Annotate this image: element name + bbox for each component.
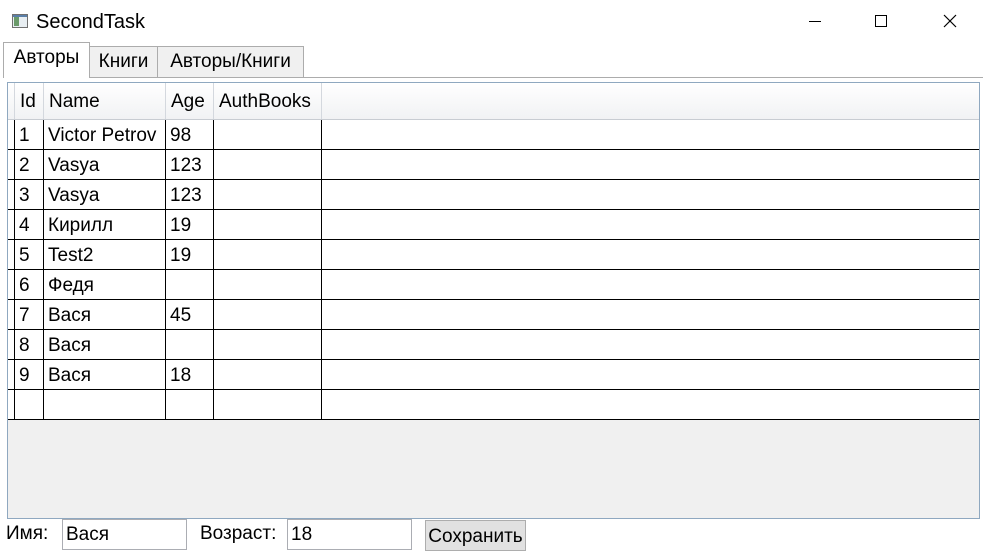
cell-authbooks[interactable] <box>214 300 322 330</box>
tab-authors[interactable]: Авторы <box>3 42 90 78</box>
close-icon <box>943 14 957 28</box>
column-header-authbooks[interactable]: AuthBooks <box>214 83 322 119</box>
column-header-age[interactable]: Age <box>166 83 214 119</box>
table-row[interactable]: 4 Кирилл 19 <box>8 210 979 240</box>
cell-name[interactable] <box>44 390 166 420</box>
cell-name[interactable]: Вася <box>44 330 166 360</box>
authors-data-grid[interactable]: Id Name Age AuthBooks 1 Victor Petrov 98… <box>7 82 980 519</box>
cell-authbooks[interactable] <box>214 180 322 210</box>
cell-age[interactable]: 19 <box>166 210 214 240</box>
cell-name[interactable]: Вася <box>44 360 166 390</box>
maximize-button[interactable] <box>848 0 914 42</box>
row-header[interactable] <box>8 330 15 360</box>
row-header[interactable] <box>8 300 15 330</box>
cell-id[interactable]: 7 <box>15 300 44 330</box>
cell-id[interactable]: 2 <box>15 150 44 180</box>
tab-authors-label: Авторы <box>13 47 80 68</box>
cell-age[interactable] <box>166 330 214 360</box>
cell-name[interactable]: Кирилл <box>44 210 166 240</box>
table-row[interactable]: 7 Вася 45 <box>8 300 979 330</box>
column-header-id[interactable]: Id <box>15 83 44 119</box>
table-row[interactable]: 2 Vasya 123 <box>8 150 979 180</box>
row-header[interactable] <box>8 210 15 240</box>
cell-name[interactable]: Вася <box>44 300 166 330</box>
name-label: Имя: <box>6 523 49 544</box>
cell-name[interactable]: Vasya <box>44 150 166 180</box>
cell-name[interactable]: Vasya <box>44 180 166 210</box>
cell-name[interactable]: Victor Petrov <box>44 120 166 150</box>
cell-authbooks[interactable] <box>214 390 322 420</box>
table-row[interactable]: 8 Вася <box>8 330 979 360</box>
cell-age[interactable]: 123 <box>166 150 214 180</box>
cell-age[interactable]: 19 <box>166 240 214 270</box>
cell-age[interactable]: 45 <box>166 300 214 330</box>
cell-name[interactable]: Test2 <box>44 240 166 270</box>
cell-authbooks[interactable] <box>214 210 322 240</box>
cell-name[interactable]: Федя <box>44 270 166 300</box>
cell-id[interactable] <box>15 390 44 420</box>
table-row[interactable]: 3 Vasya 123 <box>8 180 979 210</box>
table-row[interactable]: 9 Вася 18 <box>8 360 979 390</box>
row-header[interactable] <box>8 180 15 210</box>
cell-authbooks[interactable] <box>214 120 322 150</box>
cell-age[interactable] <box>166 270 214 300</box>
cell-id[interactable]: 4 <box>15 210 44 240</box>
column-header-name[interactable]: Name <box>44 83 166 119</box>
cell-id[interactable]: 6 <box>15 270 44 300</box>
cell-id[interactable]: 9 <box>15 360 44 390</box>
cell-id[interactable]: 1 <box>15 120 44 150</box>
cell-authbooks[interactable] <box>214 150 322 180</box>
grid-header: Id Name Age AuthBooks <box>8 83 979 120</box>
cell-authbooks[interactable] <box>214 240 322 270</box>
cell-authbooks[interactable] <box>214 330 322 360</box>
tab-strip: Авторы Книги Авторы/Книги <box>0 42 983 78</box>
cell-age[interactable]: 98 <box>166 120 214 150</box>
cell-age[interactable]: 123 <box>166 180 214 210</box>
minimize-button[interactable] <box>782 0 848 42</box>
row-header[interactable] <box>8 390 15 420</box>
age-input[interactable]: 18 <box>287 519 412 550</box>
new-item-row[interactable] <box>8 390 979 420</box>
cell-authbooks[interactable] <box>214 270 322 300</box>
age-label: Возраст: <box>200 523 277 544</box>
table-row[interactable]: 1 Victor Petrov 98 <box>8 120 979 150</box>
row-header[interactable] <box>8 270 15 300</box>
cell-id[interactable]: 8 <box>15 330 44 360</box>
minimize-icon <box>809 21 821 22</box>
table-row[interactable]: 5 Test2 19 <box>8 240 979 270</box>
cell-age[interactable]: 18 <box>166 360 214 390</box>
name-input[interactable]: Вася <box>62 519 187 550</box>
cell-id[interactable]: 5 <box>15 240 44 270</box>
tab-books[interactable]: Книги <box>89 46 158 78</box>
save-button[interactable]: Сохранить <box>425 520 526 551</box>
table-row[interactable]: 6 Федя <box>8 270 979 300</box>
close-button[interactable] <box>917 0 983 42</box>
header-row-selector <box>8 83 15 119</box>
tab-authors-books[interactable]: Авторы/Книги <box>157 46 304 78</box>
window-title: SecondTask <box>36 11 145 33</box>
tab-authors-books-label: Авторы/Книги <box>170 51 291 72</box>
row-header[interactable] <box>8 150 15 180</box>
cell-age[interactable] <box>166 390 214 420</box>
row-header[interactable] <box>8 120 15 150</box>
tab-books-label: Книги <box>98 51 149 72</box>
tab-divider <box>4 77 983 78</box>
app-window-icon <box>12 14 28 28</box>
cell-id[interactable]: 3 <box>15 180 44 210</box>
row-header[interactable] <box>8 240 15 270</box>
row-header[interactable] <box>8 360 15 390</box>
title-bar: SecondTask <box>0 0 983 42</box>
maximize-icon <box>875 15 887 27</box>
cell-authbooks[interactable] <box>214 360 322 390</box>
